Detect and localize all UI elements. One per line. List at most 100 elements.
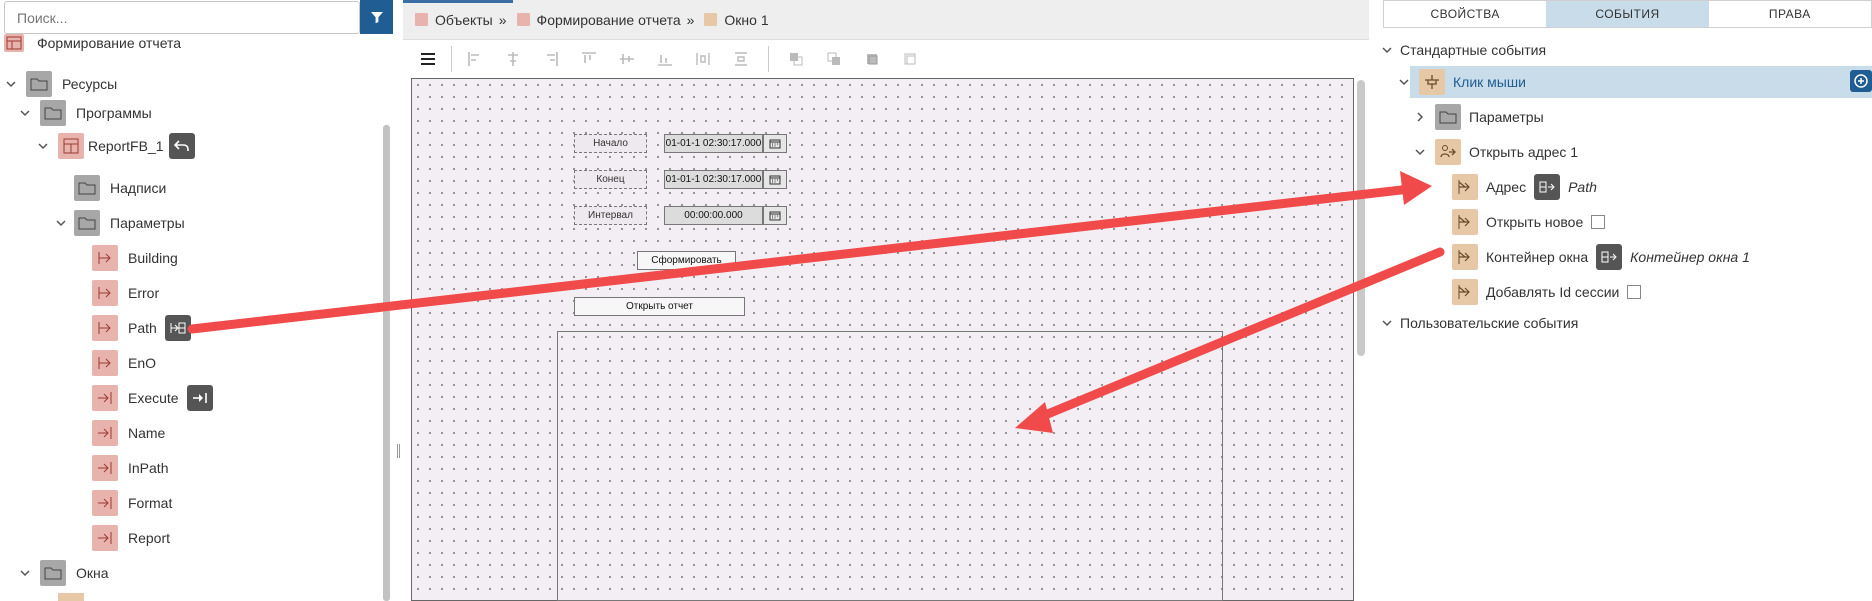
tree-item-parameters[interactable]: Параметры bbox=[54, 206, 185, 240]
bring-forward-icon[interactable] bbox=[853, 45, 891, 73]
canvas-scrollbar[interactable] bbox=[1357, 80, 1365, 356]
action-param-icon bbox=[1452, 209, 1478, 235]
link-binding-icon[interactable] bbox=[1596, 244, 1623, 270]
interval-field[interactable]: 00:00:00.000 bbox=[664, 206, 763, 225]
calendar-icon[interactable] bbox=[763, 134, 787, 153]
end-datetime-field[interactable]: 01-01-1 02:30:17.000 bbox=[664, 170, 763, 189]
breadcrumb-item-objects[interactable]: Объекты bbox=[435, 12, 493, 28]
standard-events-section[interactable]: Стандартные события bbox=[1380, 33, 1546, 67]
project-icon bbox=[516, 13, 530, 26]
chevron-down-icon[interactable] bbox=[18, 566, 32, 580]
chevron-right-icon[interactable] bbox=[1413, 110, 1427, 124]
tree-item-windows[interactable]: Окна bbox=[18, 556, 109, 590]
filter-button[interactable] bbox=[360, 0, 393, 34]
parameters-node[interactable]: Параметры bbox=[1413, 100, 1544, 134]
menu-icon[interactable] bbox=[409, 45, 447, 73]
start-datetime-field[interactable]: 01-01-1 02:30:17.000 bbox=[664, 134, 763, 153]
align-top-icon[interactable] bbox=[570, 45, 608, 73]
tree-item-report-generation[interactable]: Формирование отчета bbox=[4, 34, 181, 52]
tree-item-reportfb[interactable]: ReportFB_1 bbox=[36, 129, 196, 163]
chevron-down-icon[interactable] bbox=[1380, 43, 1394, 57]
chevron-down-icon[interactable] bbox=[36, 139, 50, 153]
open-address-action[interactable]: Открыть адрес 1 bbox=[1413, 135, 1578, 169]
bring-front-icon[interactable] bbox=[777, 45, 815, 73]
tree-item-label: Name bbox=[128, 425, 166, 441]
label-start[interactable]: Начало bbox=[574, 134, 647, 153]
align-center-h-icon[interactable] bbox=[494, 45, 532, 73]
param-address[interactable]: Адрес Path bbox=[1452, 170, 1597, 204]
chevron-down-icon[interactable] bbox=[1397, 75, 1411, 89]
folder-icon bbox=[40, 100, 66, 126]
return-icon[interactable] bbox=[169, 133, 196, 159]
chevron-down-icon[interactable] bbox=[54, 216, 68, 230]
left-splitter-handle[interactable] bbox=[397, 444, 400, 458]
tab-properties[interactable]: СВОЙСТВА bbox=[1384, 1, 1546, 27]
add-action-button[interactable] bbox=[1850, 70, 1872, 92]
chevron-down-icon[interactable] bbox=[1380, 316, 1394, 330]
tree-item-execute[interactable]: Execute bbox=[92, 381, 213, 415]
tree-item-path[interactable]: Path bbox=[92, 311, 191, 345]
tree-item-label: ReportFB_1 bbox=[88, 138, 164, 154]
tree-item-format[interactable]: Format bbox=[92, 486, 172, 520]
output-binding-icon[interactable] bbox=[186, 385, 213, 411]
align-center-v-icon[interactable] bbox=[608, 45, 646, 73]
tab-events[interactable]: СОБЫТИЯ bbox=[1546, 1, 1709, 27]
tree-item-report[interactable]: Report bbox=[92, 521, 170, 555]
tree-item-inpath[interactable]: InPath bbox=[92, 451, 168, 485]
tree-item-label: Building bbox=[128, 250, 178, 266]
output-param-icon bbox=[92, 455, 118, 481]
calendar-icon[interactable] bbox=[763, 170, 787, 189]
param-window-container[interactable]: Контейнер окна Контейнер окна 1 bbox=[1452, 240, 1750, 274]
link-binding-icon[interactable] bbox=[164, 315, 191, 341]
breadcrumb-item-window[interactable]: Окно 1 bbox=[724, 12, 768, 28]
label-end[interactable]: Конец bbox=[574, 170, 647, 189]
user-events-section[interactable]: Пользовательские события bbox=[1380, 306, 1578, 340]
objects-icon bbox=[415, 13, 428, 26]
chevron-down-icon[interactable] bbox=[1413, 145, 1427, 159]
project-icon bbox=[4, 34, 24, 52]
tree-item-name[interactable]: Name bbox=[92, 416, 165, 450]
generate-button[interactable]: Сформировать bbox=[637, 251, 736, 270]
filter-icon bbox=[370, 12, 383, 24]
tree-item-eno[interactable]: EnO bbox=[92, 346, 156, 380]
tree-item-labels[interactable]: Надписи bbox=[74, 171, 166, 205]
section-label: Пользовательские события bbox=[1400, 315, 1579, 331]
tree-item-programs[interactable]: Программы bbox=[18, 96, 152, 130]
align-bottom-icon[interactable] bbox=[646, 45, 684, 73]
window-icon bbox=[704, 13, 718, 26]
param-add-session-id[interactable]: Добавлять Id сессии bbox=[1452, 275, 1642, 309]
send-back-icon[interactable] bbox=[815, 45, 853, 73]
param-value: Контейнер окна 1 bbox=[1630, 249, 1750, 265]
tree-item-label: Execute bbox=[128, 390, 179, 406]
action-param-icon bbox=[1452, 174, 1478, 200]
folder-icon bbox=[74, 210, 100, 236]
send-backward-icon[interactable] bbox=[891, 45, 929, 73]
breadcrumb-item-project[interactable]: Формирование отчета bbox=[537, 12, 681, 28]
calendar-icon[interactable] bbox=[763, 206, 787, 225]
window-container-frame[interactable] bbox=[557, 331, 1223, 601]
align-right-icon[interactable] bbox=[532, 45, 570, 73]
breadcrumb: Объекты » Формирование отчета » Окно 1 bbox=[403, 0, 1369, 40]
tree-item-label: Report bbox=[128, 530, 171, 546]
distribute-vertical-icon[interactable] bbox=[722, 45, 760, 73]
node-label: Параметры bbox=[1469, 109, 1544, 125]
tree-item-building[interactable]: Building bbox=[92, 241, 178, 275]
label-interval[interactable]: Интервал bbox=[574, 206, 647, 225]
search-input[interactable] bbox=[4, 1, 360, 34]
link-binding-icon[interactable] bbox=[1534, 174, 1561, 200]
open-report-button[interactable]: Открыть отчет bbox=[574, 297, 745, 316]
tree-item-error[interactable]: Error bbox=[92, 276, 159, 310]
tab-rights[interactable]: ПРАВА bbox=[1709, 1, 1871, 27]
add-session-id-checkbox[interactable] bbox=[1627, 285, 1642, 299]
align-left-icon[interactable] bbox=[456, 45, 494, 73]
open-new-checkbox[interactable] bbox=[1591, 215, 1606, 229]
chevron-down-icon[interactable] bbox=[4, 77, 18, 91]
folder-icon bbox=[74, 175, 100, 201]
folder-icon bbox=[40, 560, 66, 586]
distribute-horizontal-icon[interactable] bbox=[684, 45, 722, 73]
param-open-new[interactable]: Открыть новое bbox=[1452, 205, 1606, 239]
chevron-down-icon[interactable] bbox=[18, 106, 32, 120]
event-mouse-click[interactable]: Клик мыши bbox=[1397, 65, 1526, 99]
tree-scrollbar[interactable] bbox=[383, 125, 390, 601]
properties-tabs: СВОЙСТВА СОБЫТИЯ ПРАВА bbox=[1383, 0, 1872, 28]
